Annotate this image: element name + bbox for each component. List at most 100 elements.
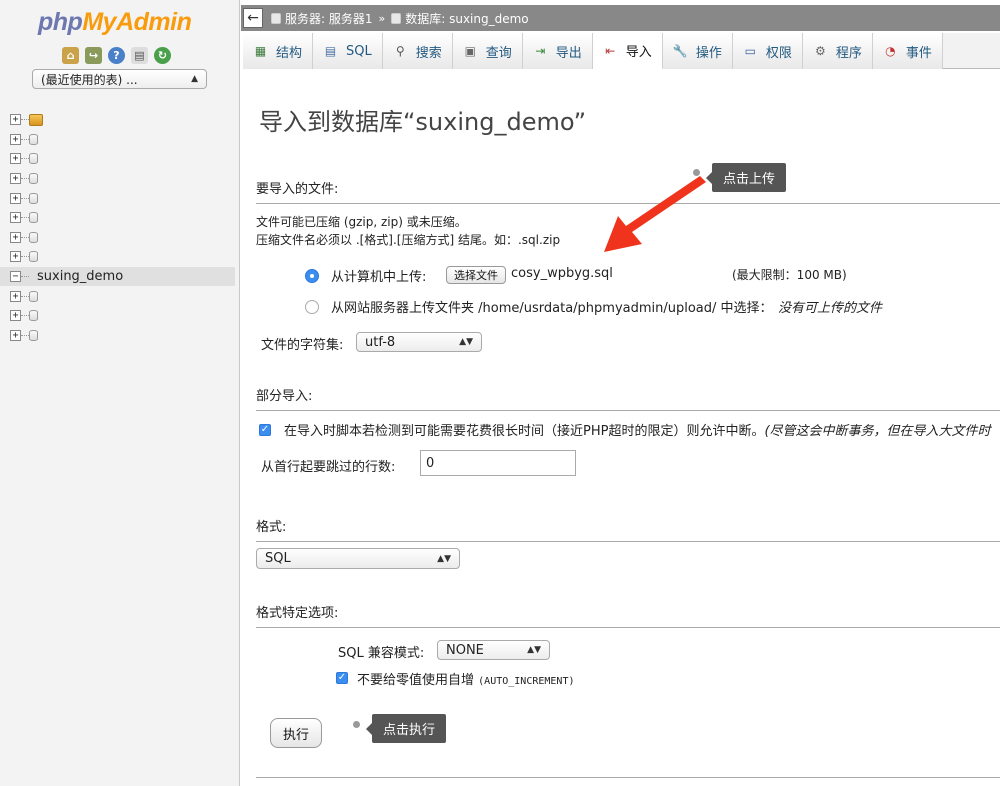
select-arrows-icon: ▲▼ xyxy=(437,553,451,564)
recent-tables-select[interactable]: (最近使用的表) ... ▲ xyxy=(32,69,207,89)
tree-connector xyxy=(21,236,29,238)
expand-icon[interactable]: + xyxy=(10,231,21,243)
upload-server-radio[interactable] xyxy=(305,300,319,314)
server-icon xyxy=(271,12,281,24)
quick-icons: ⌂ ↪ ? ▤ ↻ xyxy=(62,47,171,64)
expand-icon[interactable]: + xyxy=(10,133,21,145)
database-icon xyxy=(29,153,38,165)
database-tree-item[interactable]: + xyxy=(10,169,235,189)
database-tree-item[interactable]: + xyxy=(10,326,235,346)
no-auto-increment-label: 不要给零值使用自增 (AUTO_INCREMENT) xyxy=(357,673,575,688)
database-tree-item[interactable]: + xyxy=(10,247,235,267)
tab-events[interactable]: ◔ 事件 xyxy=(872,33,943,69)
docs-icon[interactable]: ▤ xyxy=(131,47,148,64)
skip-rows-label: 从首行起要跳过的行数: xyxy=(261,460,396,475)
breadcrumb-server[interactable]: 服务器: 服务器1 xyxy=(271,10,373,27)
export-icon: ⇥ xyxy=(535,44,546,58)
home-icon[interactable]: ⌂ xyxy=(62,47,79,64)
breadcrumb-database[interactable]: 数据库: suxing_demo xyxy=(391,10,529,27)
execute-button[interactable]: 执行 xyxy=(270,718,322,748)
tab-search[interactable]: ⚲ 搜索 xyxy=(382,33,453,69)
tab-privileges[interactable]: ▭ 权限 xyxy=(732,33,803,69)
charset-select[interactable]: utf-8 ▲▼ xyxy=(356,332,482,352)
tab-label: 操作 xyxy=(695,45,722,61)
no-auto-increment-checkbox[interactable]: ✓ xyxy=(336,672,348,684)
database-icon xyxy=(29,133,38,145)
allow-interrupt-label: 在导入时脚本若检测到可能需要花费很长时间（接近PHP超时的限定）则允许中断。(尽… xyxy=(284,424,991,439)
reload-icon[interactable]: ↻ xyxy=(154,47,171,64)
format-section-title: 格式: xyxy=(256,516,1000,542)
tab-label: 权限 xyxy=(765,45,792,61)
expand-icon[interactable]: + xyxy=(10,153,21,165)
privileges-icon: ▭ xyxy=(744,44,756,58)
new-database-icon xyxy=(29,113,43,126)
expand-icon[interactable]: + xyxy=(10,251,21,263)
database-tree-item[interactable]: + xyxy=(10,149,235,169)
expand-icon[interactable]: + xyxy=(10,290,21,302)
database-icon xyxy=(391,12,402,24)
database-tree-item[interactable]: + xyxy=(10,188,235,208)
tab-label: 事件 xyxy=(905,45,932,61)
expand-icon[interactable]: + xyxy=(10,114,21,126)
help-icon[interactable]: ? xyxy=(108,47,125,64)
tab-label: 结构 xyxy=(276,45,303,61)
tab-label: 搜索 xyxy=(415,45,442,61)
tree-connector xyxy=(21,315,29,317)
tab-import[interactable]: ⇤ 导入 xyxy=(592,33,663,69)
tree-connector xyxy=(21,334,29,336)
allow-interrupt-checkbox[interactable]: ✓ xyxy=(259,424,271,436)
tab-export[interactable]: ⇥ 导出 xyxy=(522,33,593,69)
sql-compat-label: SQL 兼容模式: xyxy=(338,646,425,661)
expand-icon[interactable]: + xyxy=(10,310,21,322)
skip-rows-input[interactable]: 0 xyxy=(420,450,576,476)
database-tree-item[interactable]: + xyxy=(10,228,235,248)
breadcrumb-separator-icon: » xyxy=(378,11,386,25)
database-tree-item[interactable]: + xyxy=(10,306,235,326)
bottom-divider xyxy=(256,777,1000,778)
tree-connector xyxy=(21,178,29,180)
tree-connector xyxy=(21,276,29,278)
expand-icon[interactable]: + xyxy=(10,192,21,204)
execute-tooltip: 点击执行 xyxy=(365,714,447,743)
tab-routines[interactable]: ⚙ 程序 xyxy=(802,33,873,69)
no-files-label: 没有可上传的文件 xyxy=(778,301,883,316)
tree-connector xyxy=(21,295,29,297)
database-icon xyxy=(29,310,38,322)
collapse-button[interactable]: ← xyxy=(243,8,263,28)
tab-bar: ▦ 结构 ▤ SQL ⚲ 搜索 ▣ 查询 ⇥ 导出 ⇤ 导入 🔧 操作 ▭ 权限 ⚙ 程序 ◔ 事件 xyxy=(243,33,1000,69)
expand-icon[interactable]: + xyxy=(10,173,21,185)
expand-icon[interactable]: + xyxy=(10,329,21,341)
tab-label: 查询 xyxy=(485,45,512,61)
upload-local-label: 从计算机中上传: xyxy=(331,270,427,285)
database-icon xyxy=(29,231,38,243)
tab-structure[interactable]: ▦ 结构 xyxy=(243,33,314,69)
tab-label: SQL xyxy=(346,43,372,59)
upload-local-radio[interactable] xyxy=(305,269,319,283)
database-icon xyxy=(29,173,38,185)
database-tree-item[interactable]: + xyxy=(10,130,235,150)
database-tree-item[interactable]: + xyxy=(10,110,235,130)
tab-sql[interactable]: ▤ SQL xyxy=(313,33,383,69)
database-tree-item[interactable]: − suxing_demo xyxy=(0,266,235,287)
tab-query[interactable]: ▣ 查询 xyxy=(452,33,523,69)
collapse-icon[interactable]: − xyxy=(10,271,21,283)
max-size-label: (最大限制：100 MB) xyxy=(732,268,847,282)
database-name[interactable]: suxing_demo xyxy=(37,269,123,284)
logout-icon[interactable]: ↪ xyxy=(85,47,102,64)
database-tree-item[interactable]: + xyxy=(10,286,235,306)
events-icon: ◔ xyxy=(885,44,896,58)
choose-file-button[interactable]: 选择文件 xyxy=(446,266,506,284)
select-arrows-icon: ▲▼ xyxy=(527,645,541,655)
expand-icon[interactable]: + xyxy=(10,212,21,224)
database-icon xyxy=(29,251,38,263)
tab-wrench[interactable]: 🔧 操作 xyxy=(662,33,733,69)
format-select[interactable]: SQL ▲▼ xyxy=(256,548,460,569)
tree-connector xyxy=(21,158,29,160)
database-tree-item[interactable]: + xyxy=(10,208,235,228)
phpmyadmin-logo[interactable]: phpMyAdmin xyxy=(38,8,192,37)
partial-section-title: 部分导入: xyxy=(256,385,1000,411)
tree-connector xyxy=(21,217,29,219)
database-icon xyxy=(29,329,38,341)
charset-label: 文件的字符集: xyxy=(261,338,344,353)
sql-compat-select[interactable]: NONE ▲▼ xyxy=(437,640,550,660)
